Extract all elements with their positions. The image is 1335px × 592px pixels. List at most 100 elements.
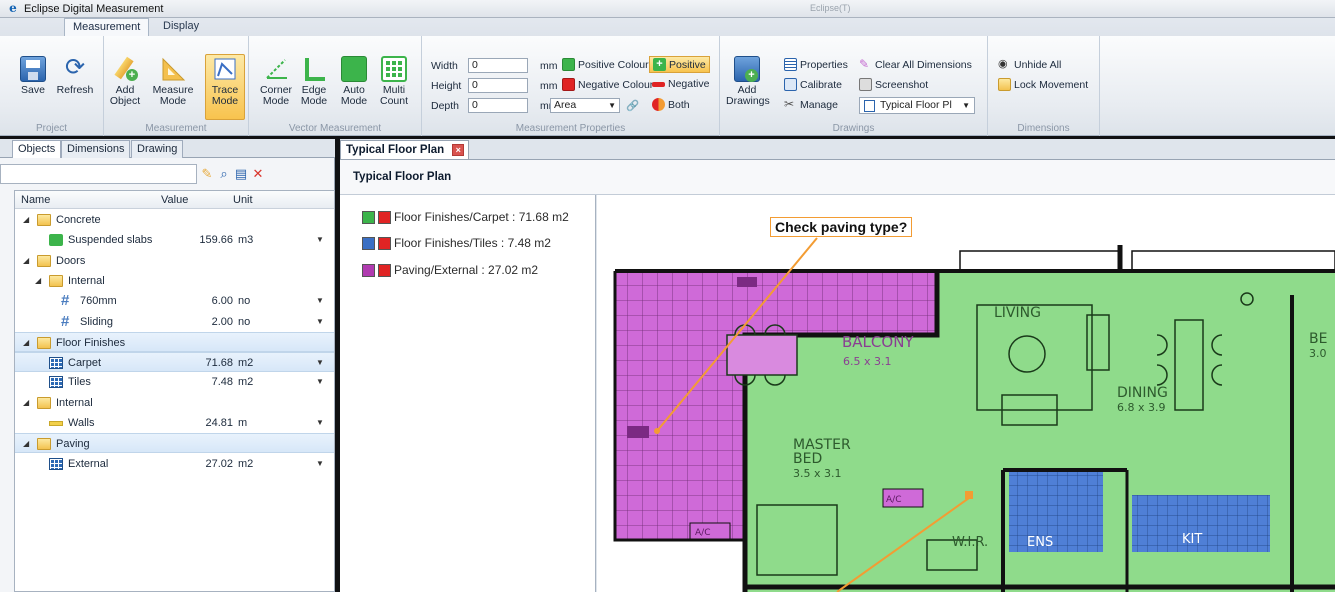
edit-pencil-icon[interactable]: ✎ <box>200 167 214 181</box>
expand-triangle-icon[interactable]: ◢ <box>23 210 29 230</box>
tab-dimensions[interactable]: Dimensions <box>61 140 131 158</box>
delete-icon[interactable]: ✕ <box>251 167 265 181</box>
floor-plan-drawing: BALCONY 6.5 x 3.1 LIVING DINING 6.8 x 3.… <box>613 237 1335 592</box>
tree-item-row[interactable]: External 27.02 m2 ▼ <box>15 454 334 474</box>
tree-item-label: Walls <box>68 417 95 429</box>
drawing-select[interactable]: Typical Floor Pl ▼ <box>859 97 975 114</box>
height-unit: mm <box>540 79 558 92</box>
screenshot-button[interactable]: Screenshot <box>859 78 928 91</box>
add-drawings-button[interactable]: + Add Drawings <box>726 56 770 107</box>
tree-toolbar: ✎ ⌕ ▤ ✕ <box>200 167 265 181</box>
expand-triangle-icon[interactable]: ◢ <box>23 251 29 271</box>
both-label: Both <box>668 98 690 111</box>
positive-colour-swatch-icon <box>562 58 575 71</box>
chevron-down-icon[interactable]: ▼ <box>316 353 324 373</box>
close-icon[interactable]: × <box>452 144 465 156</box>
tree-item-row[interactable]: Tiles 7.48 m2 ▼ <box>15 372 334 392</box>
tree-folder-row[interactable]: ◢ Doors <box>15 251 334 271</box>
expand-triangle-icon[interactable]: ◢ <box>23 434 29 454</box>
folder-icon <box>37 438 51 451</box>
area-select-value[interactable]: Area ▼ <box>550 98 620 113</box>
tree-folder-row[interactable]: ◢ Internal <box>15 393 334 413</box>
both-toggle[interactable]: Both <box>652 98 690 111</box>
tree-folder-row[interactable]: ◢ Paving <box>15 433 334 454</box>
tree-folder-row[interactable]: ◢ Internal <box>15 271 334 291</box>
legend-item-carpet[interactable]: Floor Finishes/Carpet : 71.68 m2 <box>362 209 569 225</box>
tree-item-row[interactable]: Carpet 71.68 m2 ▼ <box>15 352 334 373</box>
trace-mode-button[interactable]: Trace Mode <box>204 56 246 107</box>
column-name[interactable]: Name <box>21 194 50 206</box>
chevron-down-icon[interactable]: ▼ <box>316 413 324 433</box>
object-search-input[interactable] <box>0 164 197 184</box>
tree-item-unit: m2 <box>238 457 254 470</box>
trace-icon <box>212 56 238 82</box>
width-input[interactable]: 0 <box>468 58 528 73</box>
manage-button[interactable]: ✂ Manage <box>784 98 838 111</box>
tab-drawing[interactable]: Drawing <box>131 140 184 158</box>
eye-icon: ◉ <box>998 58 1008 70</box>
floor-plan-canvas[interactable]: BALCONY 6.5 x 3.1 LIVING DINING 6.8 x 3.… <box>597 195 1335 592</box>
search-icon[interactable]: ⌕ <box>217 167 231 181</box>
chevron-down-icon[interactable]: ▼ <box>316 454 324 474</box>
tree-item-row[interactable]: Suspended slabs 159.66 m3 ▼ <box>15 230 334 250</box>
chevron-down-icon[interactable]: ▼ <box>316 312 324 332</box>
corner-mode-button[interactable]: Corner Mode <box>255 56 297 107</box>
document-tab[interactable]: Typical Floor Plan × <box>340 140 470 159</box>
chevron-down-icon[interactable]: ▼ <box>316 291 324 311</box>
area-select[interactable]: Area ▼ 🔗 <box>550 98 639 113</box>
add-object-button[interactable]: + Add Object <box>104 56 146 107</box>
positive-toggle[interactable]: + Positive <box>649 56 710 73</box>
group-measurement: + Add Object Measure Mode Trace Mode Mea… <box>104 36 249 136</box>
legend-item-tiles[interactable]: Floor Finishes/Tiles : 7.48 m2 <box>362 235 551 251</box>
column-value[interactable]: Value <box>161 194 188 206</box>
edge-mode-button[interactable]: Edge Mode <box>293 56 335 107</box>
auto-mode-button[interactable]: Auto Mode <box>333 56 375 107</box>
tab-objects[interactable]: Objects <box>12 140 62 158</box>
tab-display[interactable]: Display <box>155 18 207 36</box>
tree-item-unit: m2 <box>238 376 254 389</box>
width-label: Width <box>431 59 458 72</box>
list-icon[interactable]: ▤ <box>234 167 248 181</box>
chevron-down-icon[interactable]: ▼ <box>316 230 324 250</box>
link-icon[interactable]: 🔗 <box>626 99 639 112</box>
properties-button[interactable]: Properties <box>784 58 848 71</box>
expand-triangle-icon[interactable]: ◢ <box>23 393 29 413</box>
tree-folder-row[interactable]: ◢ Concrete <box>15 210 334 230</box>
measure-mode-button[interactable]: Measure Mode <box>152 56 194 107</box>
negative-label: Negative <box>668 78 710 90</box>
callout-note[interactable]: Check paving type? <box>770 217 913 237</box>
multi-count-button[interactable]: Multi Count <box>373 56 415 107</box>
tree-item-label: Carpet <box>68 357 102 370</box>
column-unit[interactable]: Unit <box>233 194 253 206</box>
height-input[interactable]: 0 <box>468 78 528 93</box>
unhide-all-button[interactable]: ◉ Unhide All <box>998 58 1061 71</box>
legend-swatch-positive <box>362 236 375 250</box>
depth-input[interactable]: 0 <box>468 98 528 113</box>
calibrate-button[interactable]: Calibrate <box>784 78 842 91</box>
tree-item-row[interactable]: Walls 24.81 m ▼ <box>15 413 334 433</box>
ac-label: A/C <box>886 495 901 505</box>
clear-all-dimensions-button[interactable]: ✎ Clear All Dimensions <box>859 58 972 71</box>
negative-colour-button[interactable]: Negative Colour <box>562 78 653 91</box>
group-label-measurement: Measurement <box>145 123 207 134</box>
drawing-select-box[interactable]: Typical Floor Pl ▼ <box>859 97 975 114</box>
expand-triangle-icon[interactable]: ◢ <box>23 333 29 353</box>
negative-toggle[interactable]: Negative <box>652 78 709 90</box>
refresh-button[interactable]: ⟳ Refresh <box>54 56 96 96</box>
tab-measurement[interactable]: Measurement <box>64 18 150 36</box>
room-label-bed: BED <box>793 451 822 467</box>
chevron-down-icon[interactable]: ▼ <box>316 372 324 392</box>
tree-item-row[interactable]: #760mm 6.00 no ▼ <box>15 291 334 311</box>
expand-triangle-icon[interactable]: ◢ <box>35 271 41 291</box>
edge-icon <box>301 56 327 82</box>
save-button[interactable]: Save <box>12 56 54 96</box>
app-logo-icon: e <box>9 0 17 15</box>
object-tree: Name Value Unit ◢ Concrete Suspended slabs… <box>14 190 335 592</box>
legend-item-paving[interactable]: Paving/External : 27.02 m2 <box>362 262 538 278</box>
auto-mode-label: Auto Mode <box>340 84 368 107</box>
tree-folder-row[interactable]: ◢ Floor Finishes <box>15 331 334 353</box>
positive-colour-button[interactable]: Positive Colour <box>562 58 649 71</box>
group-measurement-properties: Width 0 mm Height 0 mm Depth 0 mm Positi… <box>422 36 720 136</box>
tree-item-row[interactable]: # Sliding 2.00 no ▼ <box>15 312 334 332</box>
lock-movement-button[interactable]: Lock Movement <box>998 78 1088 91</box>
